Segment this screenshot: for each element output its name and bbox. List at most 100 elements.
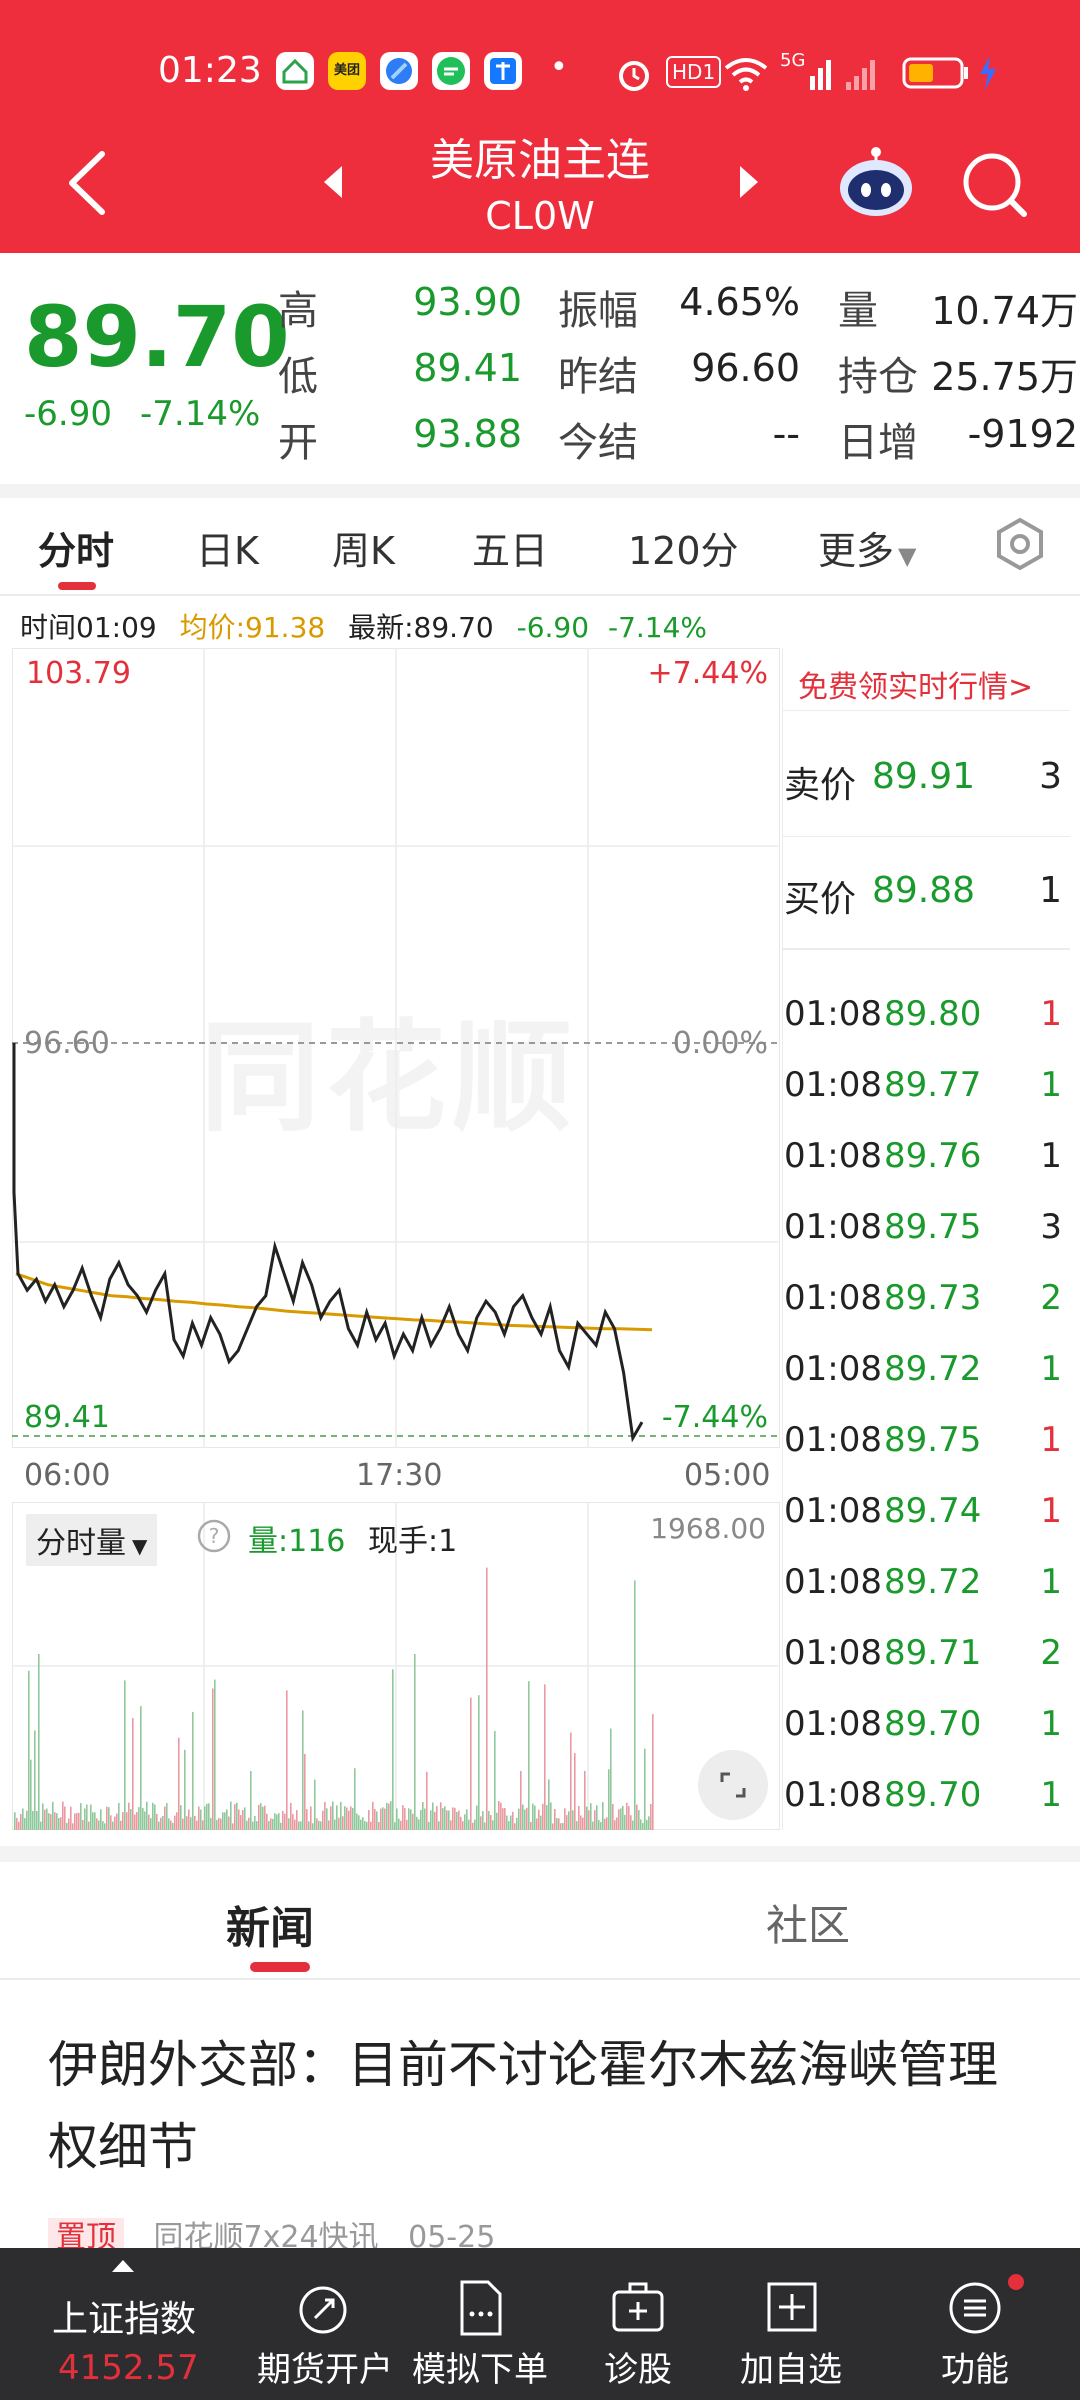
volume-bar bbox=[320, 1821, 322, 1830]
volume-bar bbox=[348, 1810, 350, 1830]
volume-bar bbox=[508, 1821, 510, 1830]
volume-bar bbox=[210, 1817, 212, 1830]
tab-weekly-k[interactable]: 周K bbox=[332, 520, 395, 575]
tick-qty: 1 bbox=[1040, 994, 1062, 1034]
volume-bar bbox=[446, 1810, 448, 1830]
nav-stock-diagnosis[interactable]: 诊股 bbox=[563, 2248, 713, 2400]
volume-bar bbox=[206, 1803, 208, 1830]
tab-five-day[interactable]: 五日 bbox=[472, 520, 548, 575]
robot-assistant-icon[interactable] bbox=[838, 146, 914, 222]
search-icon[interactable] bbox=[960, 150, 1030, 224]
index-quote-button[interactable]: 上证指数 4152.57 bbox=[0, 2248, 250, 2400]
tab-120-min[interactable]: 120分 bbox=[628, 520, 739, 575]
volume-bar bbox=[24, 1818, 26, 1830]
volume-bar bbox=[92, 1812, 94, 1830]
ask-label: 卖价 bbox=[784, 765, 857, 806]
nav-functions-label: 功能 bbox=[941, 2350, 1009, 2390]
meituan-app-icon: 美团 bbox=[328, 52, 366, 90]
top-bar: 01:23 美团 • HD1 5G 美原油主连 CL0W bbox=[0, 0, 1080, 253]
signal-icon-2 bbox=[842, 58, 886, 96]
tab-community[interactable]: 社区 bbox=[766, 1892, 850, 1953]
volume-bar bbox=[118, 1802, 120, 1830]
volume-bar bbox=[570, 1732, 572, 1830]
tab-more[interactable]: 更多 ▼ bbox=[818, 520, 916, 575]
volume-bar bbox=[488, 1811, 490, 1830]
volume-bar bbox=[474, 1819, 476, 1830]
volume-bar bbox=[480, 1816, 482, 1830]
nav-add-watchlist[interactable]: 加自选 bbox=[716, 2248, 866, 2400]
volume-bar bbox=[586, 1806, 588, 1830]
volume-bar bbox=[438, 1821, 440, 1830]
volume-bar bbox=[286, 1690, 288, 1830]
tick-qty: 1 bbox=[1040, 1420, 1062, 1460]
back-button[interactable] bbox=[62, 148, 112, 222]
amplitude-value: 4.65% bbox=[679, 280, 800, 324]
news-tab-indicator bbox=[250, 1962, 310, 1972]
volume-bar bbox=[512, 1811, 514, 1830]
volume-bar bbox=[358, 1815, 360, 1830]
tab-intraday[interactable]: 分时 bbox=[38, 520, 114, 575]
volume-bar bbox=[84, 1808, 86, 1830]
browser-app-icon bbox=[380, 52, 418, 90]
fullscreen-button[interactable] bbox=[696, 1748, 770, 1826]
volume-bar bbox=[366, 1821, 368, 1830]
volume-bar bbox=[418, 1819, 420, 1830]
pct-mid-label: 0.00% bbox=[672, 1026, 768, 1061]
nav-simulated-order[interactable]: 模拟下单 bbox=[405, 2248, 555, 2400]
volume-bar bbox=[142, 1808, 144, 1830]
volume-bar bbox=[400, 1820, 402, 1830]
tick-qty: 2 bbox=[1040, 1633, 1062, 1673]
volume-value: 10.74万 bbox=[931, 289, 1078, 333]
volume-bar bbox=[140, 1706, 142, 1830]
volume-bar bbox=[222, 1812, 224, 1830]
volume-bar bbox=[606, 1817, 608, 1830]
volume-bar bbox=[300, 1821, 302, 1830]
help-icon[interactable]: ? bbox=[196, 1518, 232, 1558]
volume-bar bbox=[264, 1805, 266, 1830]
volume-bar bbox=[292, 1814, 294, 1830]
volume-bar bbox=[374, 1809, 376, 1830]
nav-futures-account-label: 期货开户 bbox=[257, 2350, 393, 2390]
next-contract-button[interactable] bbox=[734, 162, 764, 206]
volume-bar bbox=[328, 1820, 330, 1830]
volume-bar bbox=[266, 1813, 268, 1830]
nav-functions[interactable]: 功能 bbox=[900, 2248, 1050, 2400]
nav-futures-account[interactable]: 期货开户 bbox=[250, 2248, 400, 2400]
news-headline[interactable]: 伊朗外交部：目前不讨论霍尔木兹海峡管理权细节 bbox=[48, 2024, 1038, 2188]
volume-bar bbox=[334, 1819, 336, 1830]
price-chart[interactable] bbox=[12, 648, 780, 1448]
low-value: 89.41 bbox=[413, 346, 522, 390]
volume-bar bbox=[184, 1749, 186, 1830]
volume-bar bbox=[74, 1813, 76, 1830]
volume-bar bbox=[180, 1805, 182, 1830]
daily-increase-label: 日增 bbox=[838, 420, 918, 466]
volume-bar bbox=[426, 1771, 428, 1830]
chart-settings-icon[interactable] bbox=[990, 514, 1050, 578]
tab-news[interactable]: 新闻 bbox=[226, 1892, 314, 1956]
volume-selector[interactable]: 分时量 ▼ bbox=[26, 1514, 158, 1566]
volume-bar bbox=[48, 1813, 50, 1830]
volume-bar bbox=[450, 1820, 452, 1830]
volume-bar bbox=[136, 1812, 138, 1830]
volume-bar bbox=[86, 1804, 88, 1830]
volume-bar bbox=[312, 1823, 314, 1830]
volume-bar bbox=[636, 1804, 638, 1830]
bid-qty: 1 bbox=[1039, 870, 1062, 911]
volume-bar bbox=[32, 1811, 34, 1830]
volume-bar bbox=[402, 1805, 404, 1830]
contract-code: CL0W bbox=[485, 194, 595, 238]
free-realtime-promo[interactable]: 免费领实时行情> bbox=[798, 662, 1033, 706]
volume-bar bbox=[58, 1818, 60, 1830]
promo-divider bbox=[782, 710, 1070, 711]
tab-daily-k[interactable]: 日K bbox=[196, 520, 259, 575]
volume-bar bbox=[26, 1810, 28, 1830]
volume-bar bbox=[188, 1809, 190, 1830]
book-divider bbox=[782, 836, 1070, 837]
volume-bar bbox=[540, 1815, 542, 1830]
volume-bar bbox=[484, 1822, 486, 1830]
tick-time: 01:08 bbox=[784, 1491, 882, 1531]
volume-bar bbox=[248, 1817, 250, 1830]
volume-bar bbox=[336, 1805, 338, 1830]
volume-bar bbox=[232, 1823, 234, 1830]
volume-bar bbox=[76, 1813, 78, 1830]
